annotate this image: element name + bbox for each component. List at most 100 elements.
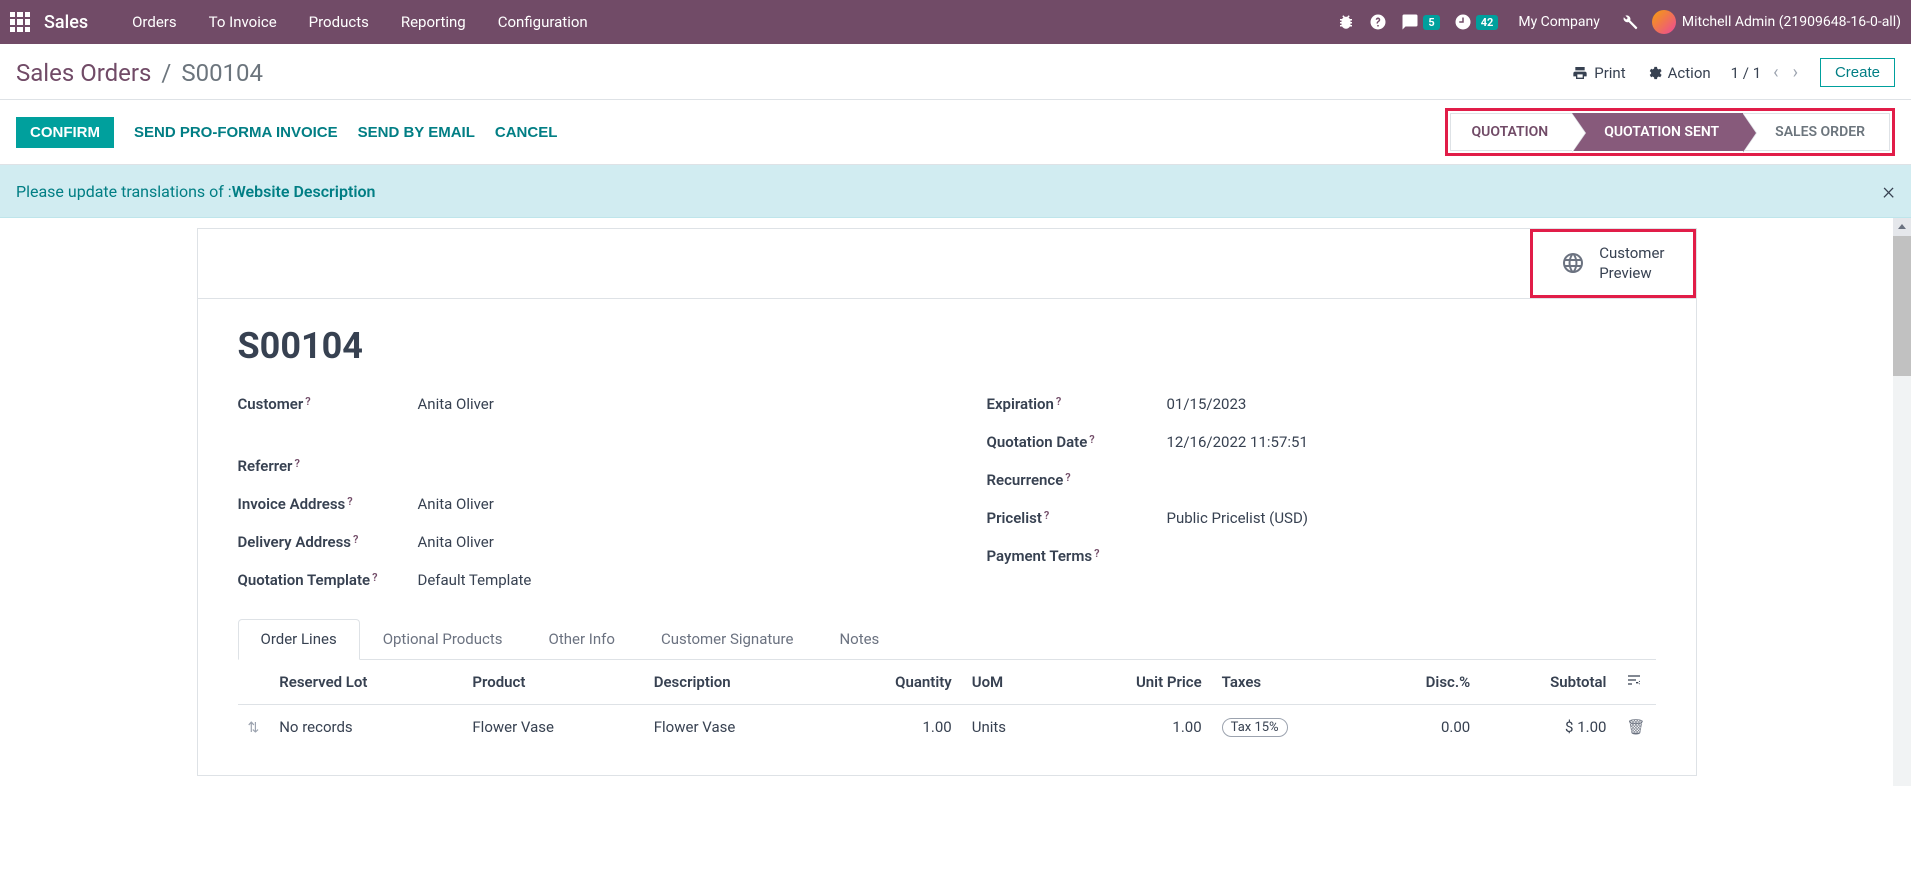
help-icon[interactable]: ? bbox=[347, 495, 352, 508]
nav-item-orders[interactable]: Orders bbox=[116, 0, 193, 44]
table-row[interactable]: ⇅ No records Flower Vase Flower Vase 1.0… bbox=[238, 704, 1656, 749]
tab-customer-signature[interactable]: Customer Signature bbox=[638, 619, 817, 659]
customer-preview-line2: Preview bbox=[1599, 263, 1664, 283]
label-customer: Customer? bbox=[238, 395, 418, 413]
messages-icon[interactable]: 5 bbox=[1401, 13, 1439, 31]
send-proforma-button[interactable]: SEND PRO-FORMA INVOICE bbox=[134, 124, 338, 141]
help-icon[interactable]: ? bbox=[1089, 433, 1094, 446]
label-pricelist: Pricelist? bbox=[987, 509, 1167, 527]
pager-next-icon[interactable]: › bbox=[1791, 62, 1800, 83]
tab-order-lines[interactable]: Order Lines bbox=[238, 619, 360, 660]
breadcrumb: Sales Orders / S00104 bbox=[16, 59, 263, 87]
close-icon[interactable]: × bbox=[1882, 177, 1895, 205]
value-invoice-address[interactable]: Anita Oliver bbox=[418, 495, 494, 513]
send-email-button[interactable]: SEND BY EMAIL bbox=[358, 124, 475, 141]
help-icon[interactable]: ? bbox=[1056, 395, 1061, 408]
stage-quotation[interactable]: QUOTATION bbox=[1450, 113, 1572, 151]
help-icon[interactable]: ? bbox=[1094, 547, 1099, 560]
cancel-button[interactable]: CANCEL bbox=[495, 124, 558, 141]
tab-notes[interactable]: Notes bbox=[816, 619, 902, 659]
action-label: Action bbox=[1668, 64, 1711, 82]
help-icon[interactable]: ? bbox=[305, 395, 310, 408]
pager: 1 / 1 ‹ › bbox=[1731, 62, 1800, 83]
print-icon bbox=[1572, 65, 1588, 81]
nav-menu: Orders To Invoice Products Reporting Con… bbox=[116, 0, 604, 44]
value-expiration[interactable]: 01/15/2023 bbox=[1167, 395, 1247, 413]
label-invoice-address: Invoice Address? bbox=[238, 495, 418, 513]
support-icon[interactable] bbox=[1369, 13, 1387, 31]
print-button[interactable]: Print bbox=[1572, 64, 1625, 82]
help-icon[interactable]: ? bbox=[372, 571, 377, 584]
th-disc[interactable]: Disc.% bbox=[1365, 660, 1480, 705]
action-button[interactable]: Action bbox=[1646, 64, 1711, 82]
globe-icon bbox=[1561, 251, 1585, 275]
breadcrumb-parent[interactable]: Sales Orders bbox=[16, 59, 151, 87]
messages-badge: 5 bbox=[1423, 15, 1439, 30]
drag-handle-icon[interactable]: ⇅ bbox=[248, 720, 260, 736]
order-lines-table: Reserved Lot Product Description Quantit… bbox=[238, 660, 1656, 749]
th-quantity[interactable]: Quantity bbox=[825, 660, 962, 705]
cell-uom[interactable]: Units bbox=[962, 704, 1059, 749]
nav-item-products[interactable]: Products bbox=[293, 0, 385, 44]
pager-prev-icon[interactable]: ‹ bbox=[1771, 62, 1780, 83]
th-subtotal[interactable]: Subtotal bbox=[1480, 660, 1616, 705]
cell-taxes[interactable]: Tax 15% bbox=[1212, 704, 1365, 749]
customer-preview-button[interactable]: Customer Preview bbox=[1530, 229, 1695, 298]
scroll-thumb[interactable] bbox=[1893, 236, 1911, 376]
company-switcher[interactable]: My Company bbox=[1512, 14, 1606, 30]
cell-product[interactable]: Flower Vase bbox=[462, 704, 643, 749]
th-unit-price[interactable]: Unit Price bbox=[1059, 660, 1212, 705]
th-uom[interactable]: UoM bbox=[962, 660, 1059, 705]
nav-item-reporting[interactable]: Reporting bbox=[385, 0, 482, 44]
order-name: S00104 bbox=[238, 325, 1656, 367]
breadcrumb-bar: Sales Orders / S00104 Print Action 1 / 1… bbox=[0, 44, 1911, 100]
tools-icon[interactable] bbox=[1620, 13, 1638, 31]
app-brand[interactable]: Sales bbox=[44, 12, 88, 33]
trash-icon[interactable]: 🗑 bbox=[1626, 718, 1645, 736]
nav-item-to-invoice[interactable]: To Invoice bbox=[193, 0, 293, 44]
th-reserved-lot[interactable]: Reserved Lot bbox=[269, 660, 462, 705]
create-button[interactable]: Create bbox=[1820, 58, 1895, 87]
value-quotation-date[interactable]: 12/16/2022 11:57:51 bbox=[1167, 433, 1308, 451]
activities-icon[interactable]: 42 bbox=[1454, 13, 1499, 31]
label-expiration: Expiration? bbox=[987, 395, 1167, 413]
value-customer[interactable]: Anita Oliver bbox=[418, 395, 494, 413]
scroll-up-icon[interactable] bbox=[1893, 218, 1911, 236]
cell-quantity[interactable]: 1.00 bbox=[825, 704, 962, 749]
tab-other-info[interactable]: Other Info bbox=[526, 619, 638, 659]
help-icon[interactable]: ? bbox=[1044, 509, 1049, 522]
value-quotation-template[interactable]: Default Template bbox=[418, 571, 532, 589]
print-label: Print bbox=[1594, 64, 1625, 82]
confirm-button[interactable]: CONFIRM bbox=[16, 117, 114, 148]
stage-sales-order[interactable]: SALES ORDER bbox=[1743, 113, 1890, 151]
help-icon[interactable]: ? bbox=[294, 457, 299, 470]
top-nav: Sales Orders To Invoice Products Reporti… bbox=[0, 0, 1911, 44]
th-description[interactable]: Description bbox=[644, 660, 825, 705]
columns-config-icon[interactable] bbox=[1626, 672, 1642, 688]
activities-badge: 42 bbox=[1476, 15, 1499, 30]
value-delivery-address[interactable]: Anita Oliver bbox=[418, 533, 494, 551]
stage-quotation-sent[interactable]: QUOTATION SENT bbox=[1572, 113, 1743, 151]
translation-alert: Please update translations of : Website … bbox=[0, 165, 1911, 218]
alert-link[interactable]: Website Description bbox=[232, 182, 376, 201]
label-quotation-date: Quotation Date? bbox=[987, 433, 1167, 451]
apps-icon[interactable] bbox=[10, 12, 30, 32]
nav-item-configuration[interactable]: Configuration bbox=[482, 0, 604, 44]
value-pricelist[interactable]: Public Pricelist (USD) bbox=[1167, 509, 1309, 527]
cell-disc[interactable]: 0.00 bbox=[1365, 704, 1480, 749]
cell-subtotal[interactable]: $ 1.00 bbox=[1480, 704, 1616, 749]
cell-description[interactable]: Flower Vase bbox=[644, 704, 825, 749]
th-product[interactable]: Product bbox=[462, 660, 643, 705]
help-icon[interactable]: ? bbox=[353, 533, 358, 546]
cell-unit-price[interactable]: 1.00 bbox=[1059, 704, 1212, 749]
user-name: Mitchell Admin (21909648-16-0-all) bbox=[1682, 14, 1901, 30]
pager-value[interactable]: 1 / 1 bbox=[1731, 64, 1762, 82]
tab-optional-products[interactable]: Optional Products bbox=[360, 619, 526, 659]
help-icon[interactable]: ? bbox=[1065, 471, 1070, 484]
user-menu[interactable]: Mitchell Admin (21909648-16-0-all) bbox=[1652, 10, 1901, 34]
bug-icon[interactable] bbox=[1337, 13, 1355, 31]
cell-reserved-lot[interactable]: No records bbox=[269, 704, 462, 749]
scrollbar[interactable] bbox=[1893, 218, 1911, 786]
tax-chip[interactable]: Tax 15% bbox=[1222, 718, 1288, 737]
th-taxes[interactable]: Taxes bbox=[1212, 660, 1365, 705]
